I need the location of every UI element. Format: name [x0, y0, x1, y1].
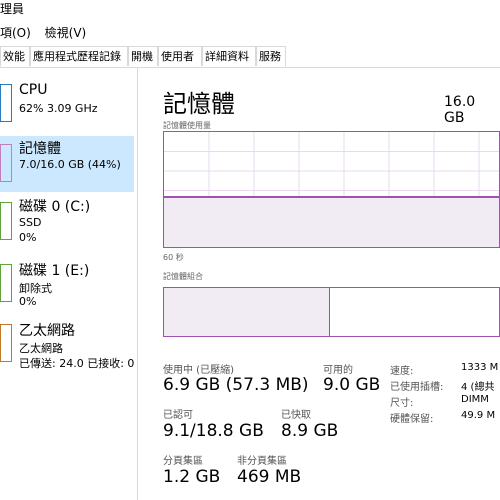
hardware-reserved-value: 49.9 M [461, 410, 496, 421]
disk-thumbnail-chart [0, 264, 12, 302]
usage-chart-label: 記憶體使用量 [163, 121, 211, 130]
slots-label: 已使用插槽: [390, 382, 444, 393]
menu-options[interactable]: 項(O) [0, 26, 31, 40]
disk-thumbnail-chart [0, 202, 12, 240]
cached-value: 8.9 GB [281, 421, 339, 441]
sidebar-item-detail: 卸除式 [19, 282, 52, 295]
nonpaged-pool-value: 469 MB [237, 467, 302, 487]
slots-value: 4 (總共 [461, 382, 495, 393]
nonpaged-pool-label: 非分頁集區 [237, 456, 287, 467]
tab-app-history[interactable]: 應用程式歷程記錄 [30, 46, 128, 66]
tab-startup[interactable]: 開機 [128, 46, 158, 66]
available-label: 可用的 [323, 365, 353, 376]
form-factor-label: 尺寸: [390, 398, 414, 409]
page-title: 記憶體 [163, 90, 235, 118]
tab-users[interactable]: 使用者 [158, 46, 202, 66]
paged-pool-value: 1.2 GB [163, 467, 221, 487]
sidebar-item-label: 記憶體 [19, 141, 61, 157]
tab-details[interactable]: 詳細資料 [202, 46, 256, 66]
tab-performance[interactable]: 效能 [0, 46, 30, 67]
speed-label: 速度: [390, 366, 414, 377]
sidebar-item-detail: SSD [19, 216, 42, 229]
sidebar-item-label: 乙太網路 [19, 323, 75, 339]
menu-view[interactable]: 檢視(V) [45, 26, 87, 40]
ethernet-thumbnail-chart [0, 324, 12, 362]
composition-label: 記憶體組合 [163, 272, 203, 281]
time-axis-label: 60 秒 [163, 253, 184, 262]
tab-services[interactable]: 服務 [256, 46, 286, 66]
available-value: 9.0 GB [323, 375, 381, 395]
tab-strip: 效能 應用程式歷程記錄 開機 使用者 詳細資料 服務 [0, 46, 500, 68]
composition-in-use-segment [164, 288, 330, 336]
committed-label: 已認可 [163, 410, 193, 421]
memory-composition-bar [163, 287, 500, 337]
sidebar-item-detail: 0% [19, 295, 37, 308]
sidebar-item-detail: 0% [19, 231, 37, 244]
speed-value: 1333 M [461, 362, 499, 373]
sidebar-item-detail: 7.0/16.0 GB (44%) [19, 158, 121, 171]
window-title: 理員 [0, 2, 25, 16]
hardware-reserved-label: 硬體保留: [390, 414, 434, 425]
cpu-thumbnail-chart [0, 84, 12, 122]
memory-usage-chart [163, 131, 500, 248]
sidebar-item-ethernet[interactable]: 乙太網路 乙太網路 已傳送: 24.0 已接收: 0 [0, 318, 134, 374]
cached-label: 已快取 [281, 410, 311, 421]
sidebar-item-disk1[interactable]: 磁碟 1 (E:) 卸除式 0% [0, 258, 134, 314]
in-use-label: 使用中 (已壓縮) [163, 365, 234, 376]
memory-thumbnail-chart [0, 144, 12, 182]
form-factor-value: DIMM [461, 394, 489, 405]
memory-total: 16.0 GB [444, 94, 476, 126]
menu-bar: 項(O) 檢視(V) [0, 24, 96, 42]
sidebar-item-detail: 62% 3.09 GHz [19, 102, 98, 115]
sidebar-item-label: 磁碟 0 (C:) [19, 199, 91, 215]
paged-pool-label: 分頁集區 [163, 456, 203, 467]
sidebar-item-disk0[interactable]: 磁碟 0 (C:) SSD 0% [0, 194, 134, 250]
sidebar-item-memory[interactable]: 記憶體 7.0/16.0 GB (44%) [0, 136, 134, 192]
sidebar-item-cpu[interactable]: CPU 62% 3.09 GHz [0, 80, 134, 136]
sidebar-item-detail: 乙太網路 [19, 342, 63, 355]
in-use-value: 6.9 GB (57.3 MB) [163, 375, 309, 395]
sidebar-item-label: 磁碟 1 (E:) [19, 263, 90, 279]
sidebar-item-label: CPU [19, 82, 48, 98]
committed-value: 9.1/18.8 GB [163, 421, 264, 441]
usage-fill-area [164, 196, 499, 247]
sidebar-item-detail: 已傳送: 24.0 已接收: 0 [19, 357, 135, 370]
sidebar: CPU 62% 3.09 GHz 記憶體 7.0/16.0 GB (44%) 磁… [0, 68, 138, 500]
